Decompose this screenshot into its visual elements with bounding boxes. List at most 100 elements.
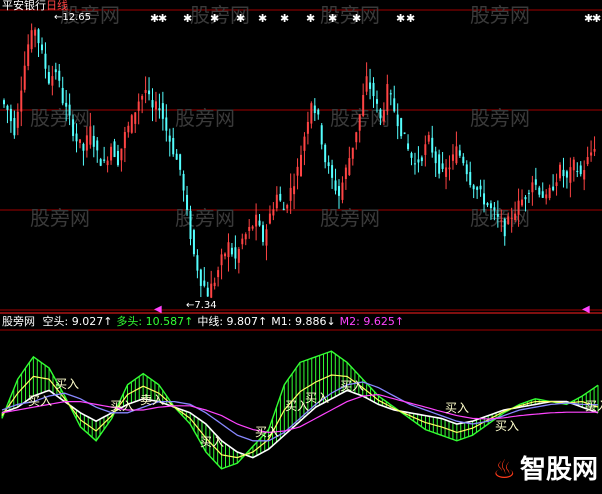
candle-162: [562, 157, 565, 188]
candle-70: [244, 232, 247, 246]
candle-126: [438, 149, 441, 179]
star-marker-11: ✱: [406, 12, 415, 25]
candle-167: [579, 161, 582, 177]
candle-36: [127, 121, 130, 138]
star-marker-4: ✱: [236, 12, 245, 25]
candle-78: [272, 202, 275, 221]
candle-103: [358, 114, 361, 143]
candle-1: [6, 104, 9, 124]
candle-158: [548, 184, 551, 201]
star-marker-10: ✱: [396, 12, 405, 25]
candle-68: [237, 246, 240, 274]
candle-168: [583, 160, 586, 191]
candle-152: [527, 189, 530, 204]
candle-39: [137, 93, 140, 125]
candle-2: [9, 104, 12, 133]
candle-57: [199, 268, 202, 298]
candle-163: [565, 169, 568, 189]
candle-59: [206, 281, 209, 297]
left-marker: ◀: [154, 304, 162, 315]
indicator-name: 股旁网: [2, 315, 35, 328]
candle-82: [286, 203, 289, 214]
candle-27: [96, 137, 99, 163]
star-marker-2: ✱: [183, 12, 192, 25]
candle-111: [386, 74, 389, 115]
candle-159: [552, 174, 555, 192]
candle-91: [317, 108, 320, 120]
candle-171: [593, 136, 596, 157]
candle-118: [410, 151, 413, 166]
candle-35: [123, 126, 126, 163]
candle-51: [179, 153, 182, 176]
candle-62: [217, 266, 220, 287]
watermark-7: 股旁网: [470, 106, 530, 130]
candle-133: [462, 153, 465, 166]
candle-43: [151, 88, 154, 122]
candle-116: [403, 132, 406, 135]
candle-24: [85, 126, 88, 158]
indicator-item-1: 多头: 10.587↑: [116, 315, 194, 328]
candle-166: [576, 162, 579, 178]
candle-45: [158, 93, 161, 119]
candle-12: [44, 42, 47, 79]
candle-157: [545, 189, 548, 205]
period-label: 日线: [46, 0, 68, 12]
candle-28: [99, 157, 102, 167]
candle-63: [220, 248, 223, 280]
star-marker-8: ✱: [328, 12, 337, 25]
indicator-bar: 股旁网 空头: 9.027↑ 多头: 10.587↑ 中线: 9.807↑ M1: 9…: [2, 316, 404, 328]
star-marker-5: ✱: [258, 12, 267, 25]
candle-83: [289, 173, 292, 214]
candle-114: [396, 103, 399, 140]
candle-75: [262, 221, 265, 246]
watermark-3: 股旁网: [470, 3, 530, 27]
candle-94: [327, 155, 330, 174]
candle-56: [196, 249, 199, 279]
candle-86: [300, 145, 302, 177]
candle-32: [113, 138, 116, 158]
candle-30: [106, 156, 109, 173]
candle-33: [116, 144, 119, 167]
candle-85: [296, 158, 299, 190]
candle-65: [227, 233, 230, 272]
candle-58: [203, 267, 206, 288]
candle-105: [365, 62, 368, 96]
signal-label-1: 买入: [55, 377, 79, 391]
candle-129: [448, 155, 451, 181]
candle-44: [154, 91, 157, 122]
candle-23: [82, 142, 85, 166]
candle-26: [92, 125, 95, 158]
candle-93: [324, 143, 327, 169]
candle-72: [251, 225, 254, 231]
candle-16: [58, 64, 61, 88]
candle-61: [213, 277, 216, 290]
candle-31: [110, 143, 113, 165]
candle-135: [469, 161, 472, 188]
candle-41: [144, 76, 147, 104]
candle-96: [334, 168, 337, 195]
candle-98: [341, 176, 344, 204]
candle-76: [265, 224, 268, 261]
candle-69: [241, 233, 244, 250]
candle-119: [413, 152, 416, 175]
signal-label-5: 买入: [200, 435, 224, 449]
candle-34: [120, 148, 123, 172]
candle-7: [27, 34, 30, 71]
candle-107: [372, 77, 375, 108]
candle-112: [389, 89, 392, 106]
watermark-10: 股旁网: [320, 206, 380, 230]
candle-46: [161, 91, 164, 131]
candle-123: [427, 131, 430, 145]
candle-90: [313, 98, 316, 122]
indicator-item-4: M2: 9.625↑: [339, 315, 405, 328]
signal-label-7: 买入: [305, 391, 329, 405]
candle-154: [534, 167, 537, 191]
candle-121: [420, 155, 423, 166]
candle-153: [531, 175, 534, 206]
candle-22: [78, 139, 81, 149]
candle-102: [355, 131, 358, 150]
candle-55: [192, 228, 195, 257]
candle-50: [175, 149, 178, 160]
candle-132: [458, 144, 461, 158]
candle-64: [224, 252, 227, 260]
